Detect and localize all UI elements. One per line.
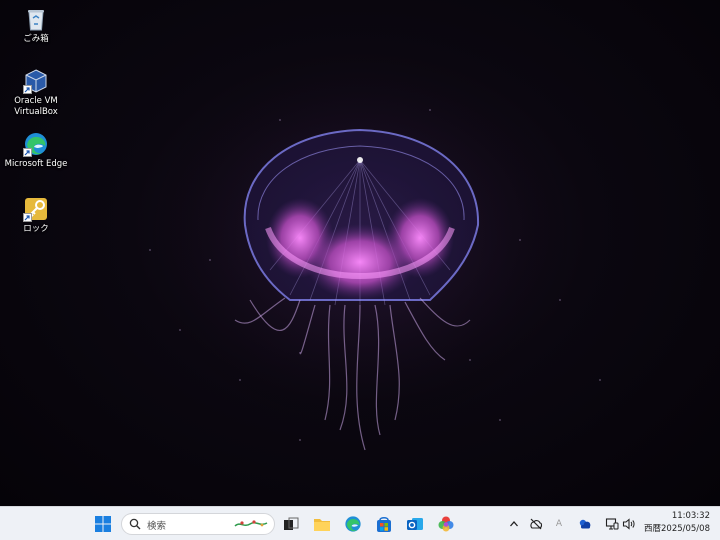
clock[interactable]: 11:03:32 西暦2025/05/08 xyxy=(644,510,710,536)
lock-desktop-icon[interactable]: ロック xyxy=(1,196,71,235)
ime-icon: A xyxy=(555,519,563,529)
edge-taskbar-button[interactable] xyxy=(341,512,365,536)
edge-desktop-icon[interactable]: Microsoft Edge xyxy=(1,131,71,170)
network-off-icon xyxy=(530,518,543,530)
speaker-icon xyxy=(622,518,635,530)
recycle-bin-icon xyxy=(23,6,49,32)
microsoft-edge-icon xyxy=(23,131,49,157)
display-icon xyxy=(605,518,619,530)
colorful-app-icon xyxy=(438,516,454,532)
edge-icon xyxy=(345,516,361,532)
task-view-icon xyxy=(284,517,299,530)
show-hidden-icons-button[interactable] xyxy=(506,516,522,532)
virtualbox-label: Oracle VM VirtualBox xyxy=(14,96,58,117)
task-view-button[interactable] xyxy=(279,512,303,536)
search-placeholder: 検索 xyxy=(147,521,167,532)
search-icon xyxy=(129,518,141,530)
search-highlight-icon xyxy=(234,520,268,527)
recycle-bin-label: ごみ箱 xyxy=(23,34,49,44)
lock-label: ロック xyxy=(23,224,49,234)
network-status-button[interactable] xyxy=(528,516,544,532)
virtualbox-icon xyxy=(23,68,49,94)
volume-button[interactable] xyxy=(621,516,637,532)
chevron-up-icon xyxy=(510,521,518,527)
virtualbox-desktop-icon[interactable]: Oracle VM VirtualBox xyxy=(1,68,71,118)
clock-time: 11:03:32 xyxy=(671,511,710,521)
display-settings-button[interactable] xyxy=(604,516,620,532)
file-explorer-icon xyxy=(314,519,330,531)
outlook-button[interactable] xyxy=(403,512,427,536)
recycle-bin-desktop-icon[interactable]: ごみ箱 xyxy=(1,6,71,45)
onedrive-icon xyxy=(579,519,591,529)
shortcut-arrow-icon xyxy=(23,148,32,157)
start-button[interactable] xyxy=(91,512,115,536)
shortcut-arrow-icon xyxy=(23,213,32,222)
taskbar: 検索 A 11:03:32 西暦2025/05/08 xyxy=(0,506,720,540)
outlook-icon xyxy=(407,518,423,530)
edge-label: Microsoft Edge xyxy=(4,159,68,169)
clock-date: 西暦2025/05/08 xyxy=(644,524,710,534)
store-button[interactable] xyxy=(372,512,396,536)
colorful-app-button[interactable] xyxy=(434,512,458,536)
windows-start-icon xyxy=(95,516,111,532)
jellyfish-wallpaper xyxy=(140,40,601,451)
key-icon xyxy=(23,196,49,222)
ime-mode-button[interactable]: A xyxy=(551,516,567,532)
search-box[interactable]: 検索 xyxy=(121,513,275,535)
desktop: ごみ箱 Oracle VM VirtualBox Microsoft Edge xyxy=(0,0,720,506)
file-explorer-button[interactable] xyxy=(310,512,334,536)
onedrive-button[interactable] xyxy=(577,516,593,532)
shortcut-arrow-icon xyxy=(23,85,32,94)
store-icon xyxy=(377,517,391,532)
